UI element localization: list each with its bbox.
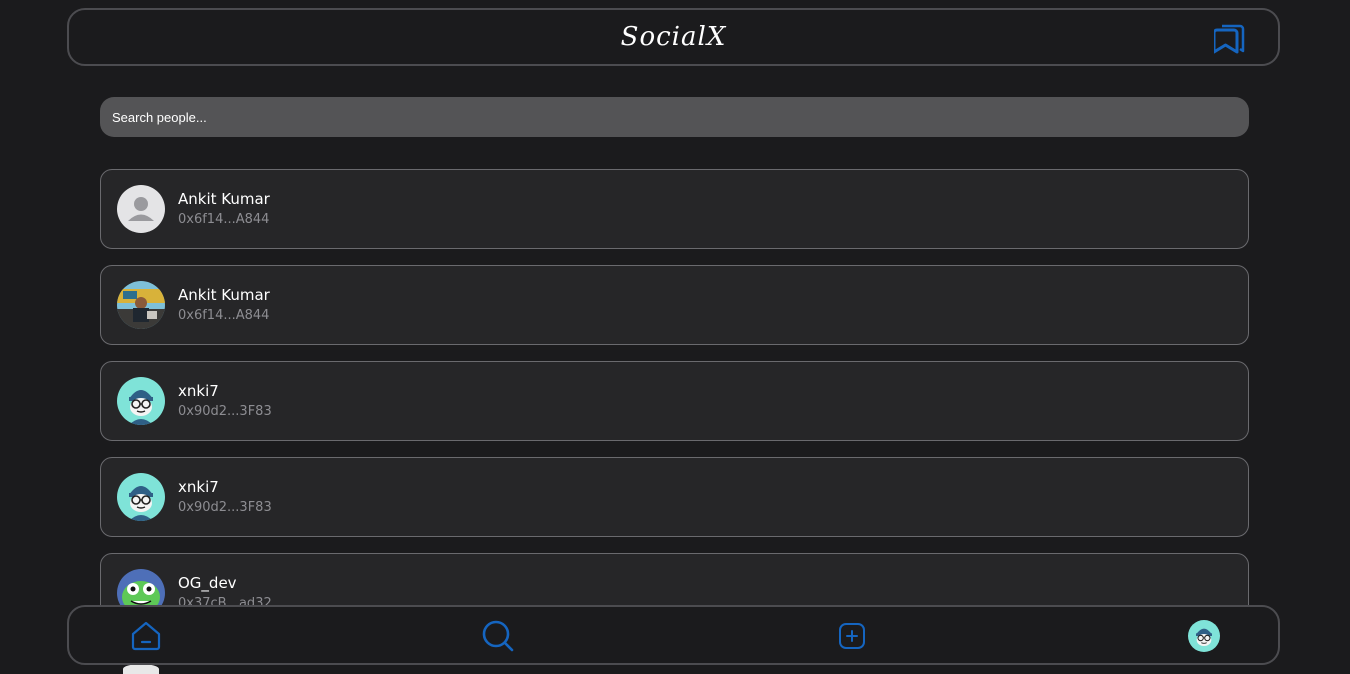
user-name: OG_dev bbox=[178, 574, 237, 592]
nav-home[interactable] bbox=[129, 619, 163, 653]
nerd-avatar bbox=[117, 473, 165, 521]
user-card[interactable]: Ankit Kumar 0x6f14...A844 bbox=[100, 169, 1249, 249]
add-post-icon bbox=[839, 623, 865, 649]
user-name: Ankit Kumar bbox=[178, 286, 270, 304]
user-address: 0x6f14...A844 bbox=[178, 212, 270, 227]
people-list: Ankit Kumar 0x6f14...A844 Ankit Kumar 0x… bbox=[100, 169, 1249, 649]
user-card[interactable]: xnki7 0x90d2...3F83 bbox=[100, 361, 1249, 441]
user-card[interactable]: xnki7 0x90d2...3F83 bbox=[100, 457, 1249, 537]
home-icon bbox=[131, 621, 161, 651]
bottom-nav bbox=[67, 605, 1280, 665]
app-logo[interactable]: SocialX bbox=[69, 22, 1278, 52]
bookmarks-icon bbox=[1212, 24, 1245, 54]
nav-search[interactable] bbox=[481, 619, 515, 653]
search-icon bbox=[482, 620, 514, 652]
nerd-avatar bbox=[117, 377, 165, 425]
user-address: 0x90d2...3F83 bbox=[178, 500, 272, 515]
profile-avatar bbox=[1188, 620, 1220, 652]
search-input[interactable] bbox=[100, 97, 1249, 137]
user-address: 0x6f14...A844 bbox=[178, 308, 270, 323]
user-card[interactable]: Ankit Kumar 0x6f14...A844 bbox=[100, 265, 1249, 345]
default-avatar bbox=[117, 185, 165, 233]
user-name: xnki7 bbox=[178, 382, 219, 400]
user-name: Ankit Kumar bbox=[178, 190, 270, 208]
user-name: xnki7 bbox=[178, 478, 219, 496]
photo-avatar bbox=[117, 281, 165, 329]
user-address: 0x90d2...3F83 bbox=[178, 404, 272, 419]
nav-profile[interactable] bbox=[1188, 620, 1222, 654]
search-bar[interactable] bbox=[100, 97, 1249, 137]
nav-add-post[interactable] bbox=[835, 619, 869, 653]
bookmarks-button[interactable] bbox=[1212, 24, 1248, 54]
avatar bbox=[123, 664, 159, 674]
top-header: SocialX bbox=[67, 8, 1280, 66]
